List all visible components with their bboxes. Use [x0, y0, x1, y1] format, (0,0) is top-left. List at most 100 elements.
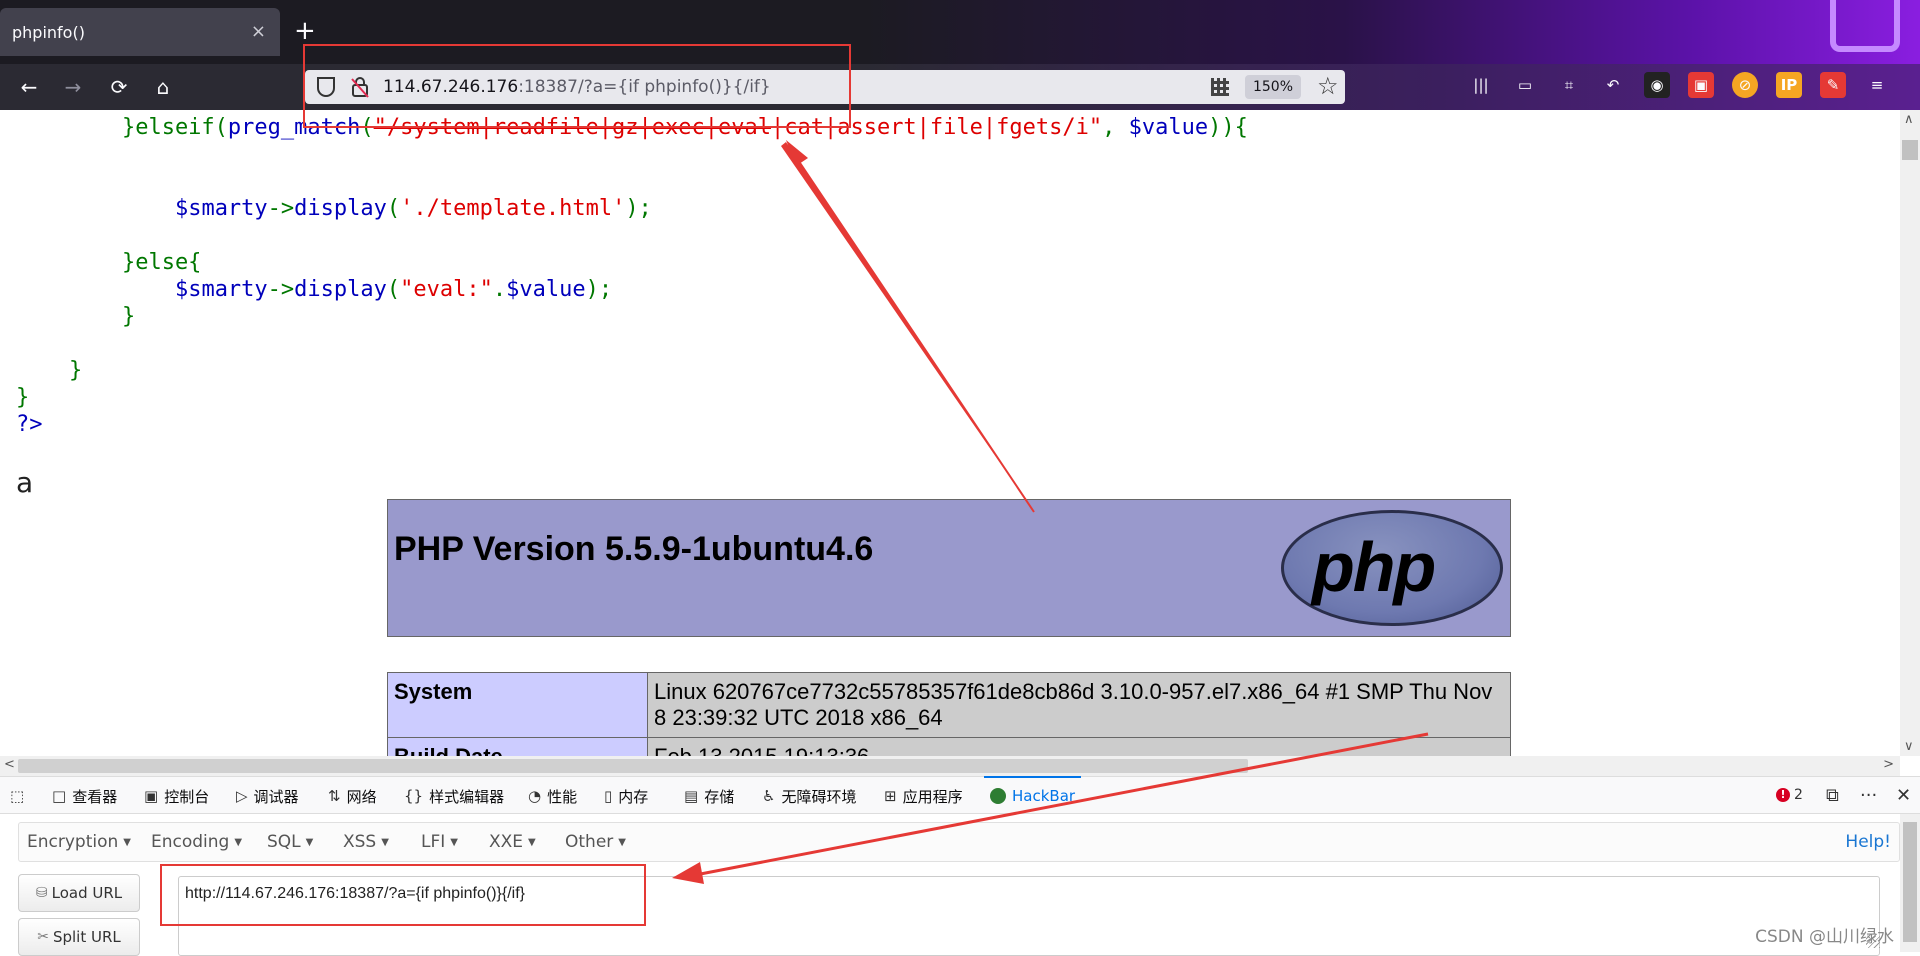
menu-label: XXE [489, 832, 524, 852]
scroll-right-icon[interactable]: > [1883, 757, 1894, 772]
network-icon: ⇅ [328, 787, 341, 805]
menu-label: Encoding [151, 832, 230, 852]
split-url-button[interactable]: ✂ Split URL [18, 918, 140, 956]
page-horizontal-scrollbar[interactable]: < > [0, 756, 1900, 776]
scroll-left-icon[interactable]: < [4, 757, 15, 772]
back-icon[interactable]: ← [16, 74, 42, 100]
tab-accessibility[interactable]: ♿ 无障碍环境 [762, 785, 856, 807]
tab-label: 调试器 [253, 787, 299, 806]
nav-bar: ← → ⟳ ⌂ 114.67.246.176:18387/?a={if phpi… [0, 64, 1920, 110]
code-token: -> [267, 277, 295, 302]
menu-icon[interactable]: ≡ [1864, 72, 1890, 98]
error-count-badge[interactable]: ! 2 [1776, 787, 1803, 803]
scroll-up-icon[interactable]: ∧ [1904, 112, 1914, 127]
extension-red-icon[interactable]: ▣ [1688, 72, 1714, 98]
code-token: $smarty [174, 196, 268, 221]
page-vertical-scrollbar[interactable]: ∧ ∨ [1900, 110, 1920, 756]
tab-application[interactable]: ⊞ 应用程序 [884, 785, 963, 807]
tab-label: 网络 [346, 787, 377, 806]
table-row: Build Date Feb 13 2015 19:13:36 [387, 737, 1511, 756]
storage-icon: ▤ [684, 787, 699, 805]
help-link[interactable]: Help! [1845, 832, 1891, 852]
page-content: }elseif(preg_match("/system|readfile|gz|… [0, 110, 1900, 756]
menu-lfi[interactable]: LFI ▼ [421, 832, 458, 852]
close-devtools-icon[interactable]: ✕ [1896, 785, 1911, 806]
tab-performance[interactable]: ◔ 性能 [528, 785, 577, 807]
scroll-thumb[interactable] [1903, 822, 1917, 942]
code-line: } [16, 357, 1248, 384]
tab-storage[interactable]: ▤ 存储 [684, 785, 734, 807]
menu-xss[interactable]: XSS ▼ [343, 832, 389, 852]
ip-icon[interactable]: IP [1776, 72, 1802, 98]
tab-label: 样式编辑器 [429, 787, 505, 806]
new-tab-button[interactable]: + [294, 16, 316, 46]
noscript-icon[interactable]: ⊘ [1732, 72, 1758, 98]
error-count: 2 [1794, 787, 1803, 803]
zoom-level-button[interactable]: 150% [1245, 75, 1301, 99]
scroll-thumb[interactable] [1902, 140, 1918, 160]
hackbar-icon [990, 788, 1006, 804]
caret-down-icon: ▼ [618, 836, 626, 848]
code-line: $smarty->display("eval:".$value); [16, 276, 1248, 303]
crop-icon[interactable]: ⌗ [1556, 72, 1582, 98]
home-icon[interactable]: ⌂ [150, 74, 176, 100]
code-token: ( [386, 196, 401, 221]
element-picker-icon[interactable]: ⬚ [10, 785, 24, 807]
annotation-box-hackbar [160, 864, 646, 926]
tab-network[interactable]: ⇅ 网络 [328, 785, 377, 807]
code-token: -> [267, 196, 295, 221]
code-token: ( [386, 277, 401, 302]
info-key: System [387, 672, 648, 738]
code-token: } [16, 385, 30, 410]
extension-icon[interactable]: ◉ [1644, 72, 1670, 98]
menu-encryption[interactable]: Encryption ▼ [27, 832, 131, 852]
code-token: ); [585, 277, 613, 302]
library-icon[interactable]: ||| [1468, 72, 1494, 98]
tab-console[interactable]: ▣ 控制台 [144, 785, 209, 807]
tab-close-icon[interactable]: × [251, 21, 266, 42]
php-logo-icon: php [1281, 510, 1503, 626]
caret-down-icon: ▼ [381, 836, 389, 848]
qr-code-icon[interactable] [1211, 78, 1229, 96]
menu-label: LFI [421, 832, 446, 852]
menu-sql[interactable]: SQL ▼ [267, 832, 313, 852]
scroll-down-icon[interactable]: ∨ [1904, 739, 1914, 754]
tab-memory[interactable]: ▯ 内存 [604, 785, 648, 807]
menu-xxe[interactable]: XXE ▼ [489, 832, 536, 852]
load-url-button[interactable]: ⛁ Load URL [18, 874, 140, 912]
more-options-icon[interactable]: ··· [1860, 785, 1877, 806]
phpinfo-header: PHP Version 5.5.9-1ubuntu4.6 php [387, 499, 1511, 637]
accessibility-icon: ♿ [762, 787, 776, 805]
bookmark-star-icon[interactable]: ☆ [1317, 72, 1339, 100]
memory-icon: ▯ [604, 787, 613, 805]
browser-tab[interactable]: phpinfo() × [0, 8, 280, 56]
scroll-thumb[interactable] [18, 759, 1248, 773]
menu-encoding[interactable]: Encoding ▼ [151, 832, 242, 852]
forward-icon[interactable]: → [60, 74, 86, 100]
twitch-logo-icon [1830, 0, 1900, 52]
application-icon: ⊞ [884, 787, 897, 805]
reader-icon[interactable]: ▭ [1512, 72, 1538, 98]
hackbar-scrollbar[interactable] [1900, 814, 1920, 952]
tab-debugger[interactable]: ▷ 调试器 [236, 785, 299, 807]
reload-icon[interactable]: ⟳ [106, 74, 132, 100]
pen-icon[interactable]: ✎ [1820, 72, 1846, 98]
tab-inspector[interactable]: □ 查看器 [52, 785, 117, 807]
code-token: display [294, 196, 387, 221]
menu-other[interactable]: Other ▼ [565, 832, 626, 852]
code-line: }else{ [16, 249, 1248, 276]
devtools-toolbar: ⬚ □ 查看器 ▣ 控制台 ▷ 调试器 ⇅ 网络 {} 样式编辑器 ◔ 性能 ▯ 内存 ▤ 存储… [0, 776, 1920, 814]
code-token: ); [625, 196, 652, 221]
undo-icon[interactable]: ↶ [1600, 72, 1626, 98]
tab-style-editor[interactable]: {} 样式编辑器 [404, 785, 504, 807]
toolbar-icons: ||| ▭ ⌗ ↶ ◉ ▣ ⊘ IP ✎ ≡ [1468, 72, 1890, 102]
info-value: Linux 620767ce7732c55785357f61de8cb86d 3… [647, 672, 1511, 738]
style-editor-icon: {} [404, 787, 424, 805]
tab-hackbar[interactable]: HackBar [983, 776, 1082, 807]
tab-label: 存储 [704, 787, 735, 806]
php-logo-text: php [1312, 528, 1436, 606]
dock-icon[interactable]: ⧉ [1826, 785, 1839, 806]
inspector-icon: □ [52, 787, 67, 805]
